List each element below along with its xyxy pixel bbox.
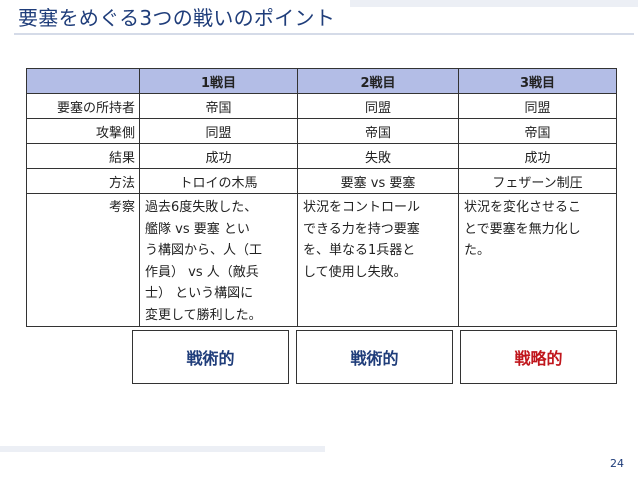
header-battle-1: 1戦目 [139,68,298,94]
analysis-line: 変更して勝利した。 [145,307,262,323]
row-label: 方法 [26,168,140,194]
title-underline [14,33,634,35]
verdict-box-1: 戦術的 [132,330,289,384]
analysis-line: 艦隊 vs 要塞 とい [145,221,250,237]
analysis-line: とで要塞を無力化し [464,221,581,237]
table-cell: フェザーン制圧 [458,168,617,194]
analysis-line: 状況を変化させるこ [464,200,582,215]
table-row: 要塞の所持者 帝国 同盟 同盟 [26,93,617,119]
table-cell: 帝国 [458,118,617,144]
analysis-line: 過去6度失敗した、 [145,200,258,215]
row-label: 要塞の所持者 [26,93,140,119]
analysis-cell-3: 状況を変化させるこ とで要塞を無力化し た。 [458,193,617,327]
header-corner [26,68,140,94]
analysis-line: 状況をコントロール [303,200,421,215]
table-cell: 成功 [458,143,617,169]
table-row: 方法 トロイの木馬 要塞 vs 要塞 フェザーン制圧 [26,168,617,194]
top-accent-bar [350,0,638,7]
comparison-table: 1戦目 2戦目 3戦目 要塞の所持者 帝国 同盟 同盟 攻撃側 同盟 帝国 帝国… [26,68,617,327]
table-cell: 失敗 [297,143,459,169]
slide-title: 要塞をめぐる3つの戦いのポイント [18,6,336,30]
analysis-line: 士） という構図に [145,286,254,301]
table-cell: 同盟 [458,93,617,119]
table-cell: 帝国 [297,118,459,144]
table-row: 結果 成功 失敗 成功 [26,143,617,169]
table-cell: 成功 [139,143,298,169]
page-number: 24 [610,457,624,470]
table-row: 攻撃側 同盟 帝国 帝国 [26,118,617,144]
table-header-row: 1戦目 2戦目 3戦目 [26,68,617,94]
table-row-analysis: 考察 過去6度失敗した、 艦隊 vs 要塞 とい う構図から、人（工 作員） v… [26,193,617,327]
table-cell: 帝国 [139,93,298,119]
analysis-line: して使用し失敗。 [303,264,407,280]
footer-accent-bar [0,446,325,452]
verdict-box-2: 戦術的 [296,330,453,384]
table-cell: トロイの木馬 [139,168,298,194]
analysis-line: た。 [464,243,491,258]
analysis-line: できる力を持つ要塞 [303,221,420,237]
table-cell: 要塞 vs 要塞 [297,168,459,194]
row-label: 攻撃側 [26,118,140,144]
analysis-line: 作員） vs 人（敵兵 [145,264,259,280]
row-label: 考察 [26,193,140,327]
analysis-cell-2: 状況をコントロール できる力を持つ要塞 を、単なる1兵器と して使用し失敗。 [297,193,459,327]
analysis-line: う構図から、人（工 [145,243,263,258]
analysis-cell-1: 過去6度失敗した、 艦隊 vs 要塞 とい う構図から、人（工 作員） vs 人… [139,193,298,327]
header-battle-2: 2戦目 [297,68,459,94]
header-battle-3: 3戦目 [458,68,617,94]
table-cell: 同盟 [297,93,459,119]
table-cell: 同盟 [139,118,298,144]
verdict-box-3: 戦略的 [460,330,617,384]
row-label: 結果 [26,143,140,169]
analysis-line: を、単なる1兵器と [303,243,416,258]
